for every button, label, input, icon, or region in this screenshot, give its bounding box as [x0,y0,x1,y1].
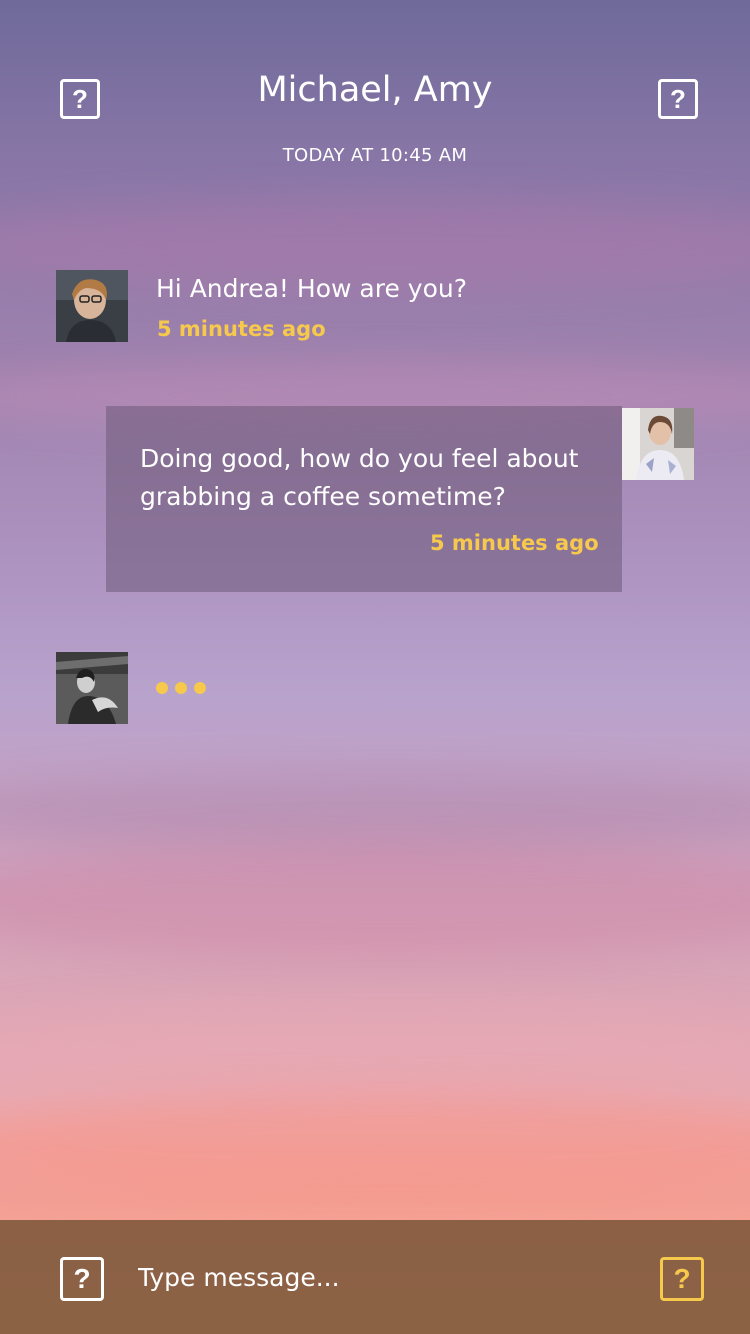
sky-cloud [0,1090,750,1200]
message-text: Hi Andrea! How are you? [156,274,467,303]
help-icon[interactable]: ? [658,79,698,119]
typing-dot [156,682,168,694]
conversation-title: Michael, Amy [257,70,493,110]
chat-screen: ? Michael, Amy ? TODAY AT 10:45 AM Hi An… [0,0,750,1334]
typing-dot [175,682,187,694]
sky-cloud [0,770,750,850]
avatar-amy[interactable] [56,652,128,724]
avatar-michael[interactable] [56,270,128,342]
avatar-andrea[interactable] [622,408,694,480]
conversation-timestamp: TODAY AT 10:45 AM [282,145,468,166]
message-text: Doing good, how do you feel about grabbi… [140,444,579,511]
help-icon[interactable]: ? [60,1257,104,1301]
typing-dot [194,682,206,694]
message-composer: ? ? [0,1220,750,1334]
typing-indicator [156,682,206,694]
message-time: 5 minutes ago [157,317,326,341]
help-icon[interactable]: ? [660,1257,704,1301]
message-time: 5 minutes ago [430,531,599,555]
message-input[interactable] [138,1256,618,1298]
sky-cloud [0,840,750,960]
sky-cloud [0,1000,750,1090]
